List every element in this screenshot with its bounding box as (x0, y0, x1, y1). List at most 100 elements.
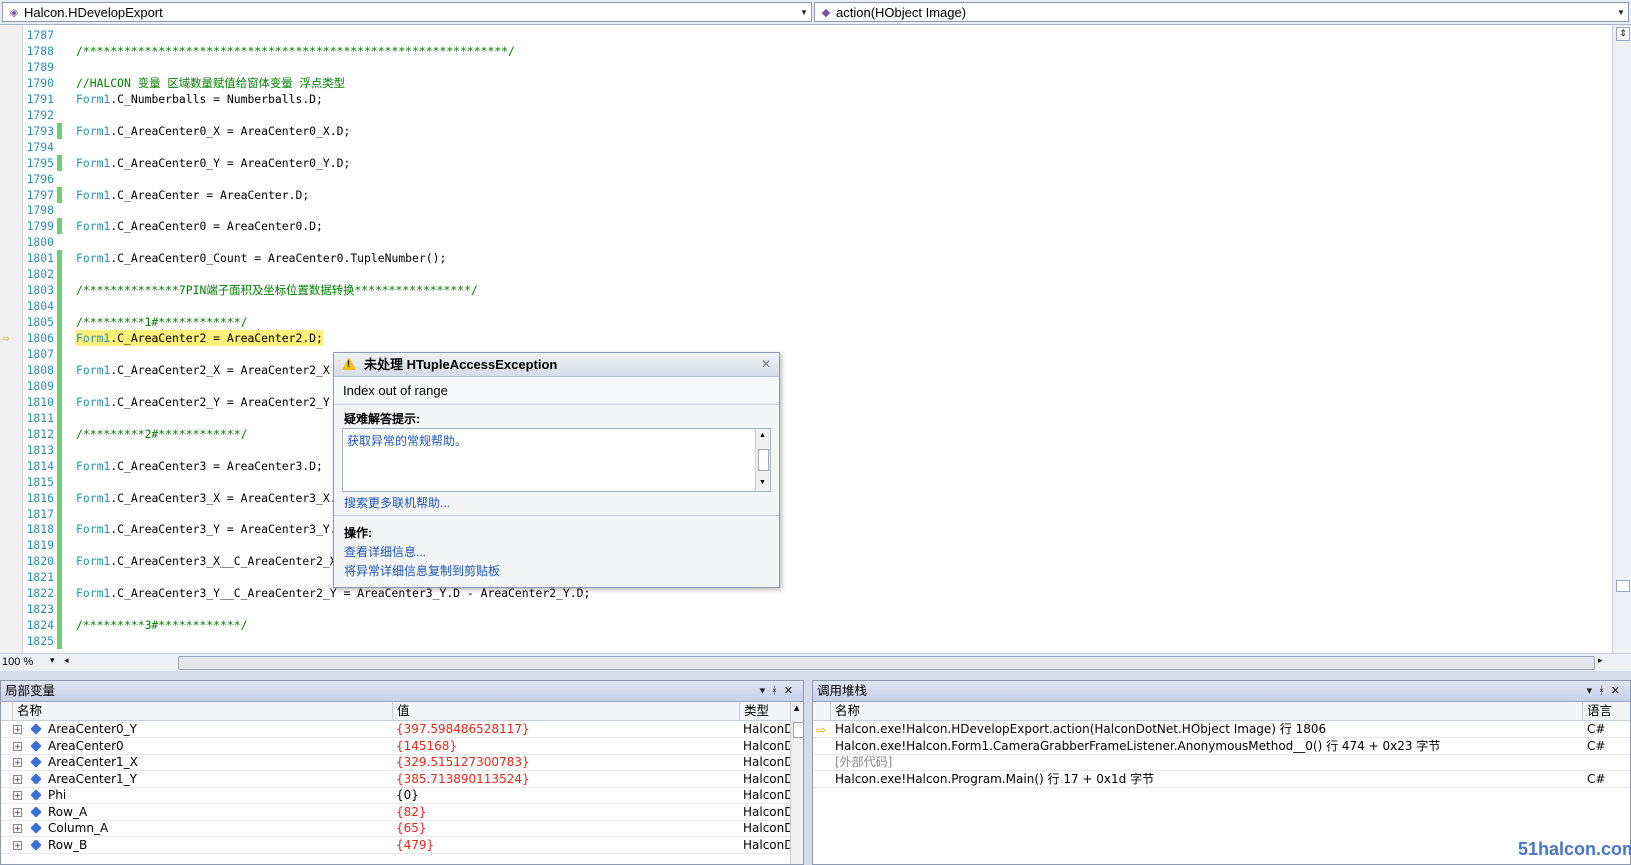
code-line[interactable]: 1799 Form1.C_AreaCenter0 = AreaCenter0.D; (0, 218, 1600, 235)
view-details-link[interactable]: 查看详细信息... (344, 543, 426, 560)
scroll-thumb[interactable] (758, 449, 769, 471)
local-value[interactable]: {65} (396, 820, 736, 837)
class-combo[interactable]: ◈ Halcon.HDevelopExport ▼ (2, 2, 812, 22)
copy-details-link[interactable]: 将异常详细信息复制到剪贴板 (344, 562, 500, 579)
code-line[interactable]: 1818 Form1.C_AreaCenter3_Y = AreaCenter3_… (0, 521, 1600, 538)
code-line[interactable]: 1811 (0, 409, 1600, 426)
tips-scrollbar[interactable]: ▲ ▼ (755, 429, 770, 491)
local-value[interactable]: {385.713890113524} (396, 771, 736, 788)
code-line[interactable]: 1805 /*********1#************/ (0, 314, 1600, 331)
code-editor[interactable]: 1787 1788 /*******************************… (0, 25, 1612, 653)
local-value[interactable]: {397.598486528117} (396, 721, 736, 738)
code-line[interactable]: 1808 Form1.C_AreaCenter2_X = AreaCenter2_… (0, 361, 1600, 378)
callstack-col-lang[interactable]: 语言 (1583, 702, 1630, 720)
locals-row[interactable]: + Row_A {82} HalconD (1, 804, 790, 821)
scroll-right-icon[interactable]: ▸ (1598, 656, 1603, 666)
local-value[interactable]: {82} (396, 804, 736, 821)
code-line[interactable]: 1802 (0, 266, 1600, 283)
chevron-down-icon[interactable]: ▾ (50, 656, 55, 666)
scroll-thumb[interactable] (1616, 580, 1630, 592)
code-line[interactable]: 1807 (0, 346, 1600, 362)
code-line[interactable]: 1787 (0, 27, 1600, 43)
scroll-down-icon[interactable]: ▼ (759, 479, 766, 486)
code-line[interactable]: 1791 Form1.C_Numberballs = Numberballs.D; (0, 91, 1600, 107)
code-line[interactable]: 1796 (0, 171, 1600, 187)
code-line[interactable]: 1797 Form1.C_AreaCenter = AreaCenter.D; (0, 186, 1600, 203)
close-icon[interactable]: ✕ (761, 353, 771, 376)
dropdown-icon[interactable]: ▾ (760, 684, 772, 697)
code-line[interactable]: 1788 /***********************************… (0, 43, 1600, 59)
code-line[interactable]: 1814 Form1.C_AreaCenter3 = AreaCenter3.D; (0, 457, 1600, 474)
code-line[interactable]: 1809 (0, 377, 1600, 394)
code-line[interactable]: 1813 (0, 441, 1600, 458)
local-value[interactable]: {145168} (396, 738, 736, 755)
code-line[interactable]: 1810 Form1.C_AreaCenter2_Y = AreaCenter2_… (0, 393, 1600, 410)
general-help-link[interactable]: 获取异常的常规帮助。 (347, 432, 467, 449)
scroll-thumb[interactable] (793, 722, 803, 738)
code-line[interactable]: 1820 Form1.C_AreaCenter3_X__C_AreaCenter2… (0, 553, 1600, 570)
local-value[interactable]: {0} (396, 787, 736, 804)
callstack-row[interactable]: Halcon.exe!Halcon.Program.Main() 行 17 + … (813, 771, 1630, 788)
more-help-link[interactable]: 搜索更多联机帮助... (344, 494, 450, 511)
callstack-row[interactable]: [外部代码] (813, 754, 1630, 771)
locals-row[interactable]: + AreaCenter1_X {329.515127300783} HalconD (1, 754, 790, 771)
locals-row[interactable]: + AreaCenter0 {145168} HalconD (1, 738, 790, 755)
close-icon[interactable]: ✕ (784, 684, 799, 697)
local-value[interactable]: {479} (396, 837, 736, 854)
code-line[interactable]: 1804 (0, 298, 1600, 315)
callstack-row[interactable]: ⇨ Halcon.exe!Halcon.HDevelopExport.action… (813, 721, 1630, 738)
code-line[interactable]: 1794 (0, 139, 1600, 155)
method-combo[interactable]: ◆ action(HObject Image) ▼ (814, 2, 1629, 22)
code-line[interactable]: ⇨ 1806 Form1.C_AreaCenter2 = AreaCenter2.D… (0, 330, 1600, 347)
code-line[interactable]: 1798 (0, 202, 1600, 218)
expand-icon[interactable]: + (13, 807, 22, 817)
horizontal-scroll-thumb[interactable] (178, 656, 1595, 670)
code-line[interactable]: 1792 (0, 107, 1600, 123)
code-line[interactable]: 1801 Form1.C_AreaCenter0_Count = AreaCent… (0, 250, 1600, 267)
code-line[interactable]: 1790 //HALCON 变量 区域数量赋值给窗体变量 浮点类型 (0, 75, 1600, 91)
pin-icon[interactable]: ᚼ (1598, 684, 1611, 697)
locals-scrollbar[interactable]: ▲ (790, 702, 803, 864)
code-line[interactable]: 1803 /**************7PIN端子面积及坐标位置数据转换****… (0, 282, 1600, 299)
dropdown-icon[interactable]: ▾ (1587, 684, 1599, 697)
callstack-col-name[interactable]: 名称 (831, 702, 1583, 720)
split-icon[interactable]: ⇕ (1616, 27, 1630, 41)
expand-icon[interactable]: + (13, 774, 22, 784)
locals-row[interactable]: + Phi {0} HalconD (1, 787, 790, 804)
code-line[interactable]: 1823 (0, 601, 1600, 618)
code-line[interactable]: 1817 (0, 505, 1600, 522)
expand-icon[interactable]: + (13, 791, 22, 800)
scroll-up-icon[interactable]: ▲ (759, 432, 766, 439)
expand-icon[interactable]: + (13, 758, 22, 767)
local-value[interactable]: {329.515127300783} (396, 754, 736, 771)
locals-row[interactable]: + Row_B {479} HalconD (1, 837, 790, 854)
code-line[interactable]: 1812 /*********2#************/ (0, 425, 1600, 442)
code-line[interactable]: 1822 Form1.C_AreaCenter3_Y__C_AreaCenter2… (0, 585, 1600, 602)
callstack-row[interactable]: Halcon.exe!Halcon.Form1.CameraGrabberFra… (813, 738, 1630, 755)
pin-icon[interactable]: ᚼ (771, 684, 784, 697)
locals-row[interactable]: + AreaCenter0_Y {397.598486528117} HalconD (1, 721, 790, 738)
close-icon[interactable]: ✕ (1611, 684, 1626, 697)
locals-col-type[interactable]: 类型 (740, 702, 790, 720)
expand-icon[interactable]: + (13, 725, 22, 734)
code-line[interactable]: 1816 Form1.C_AreaCenter3_X = AreaCenter3_… (0, 489, 1600, 506)
code-line[interactable]: 1793 Form1.C_AreaCenter0_X = AreaCenter0_… (0, 122, 1600, 139)
expand-icon[interactable]: + (13, 824, 22, 833)
chevron-down-icon[interactable]: ▼ (797, 3, 811, 21)
chevron-down-icon[interactable]: ▼ (1614, 3, 1628, 21)
scroll-up-icon[interactable]: ▲ (794, 704, 799, 712)
locals-col-value[interactable]: 值 (393, 702, 740, 720)
code-line[interactable]: 1825 (0, 633, 1600, 650)
expand-icon[interactable]: + (13, 840, 22, 850)
zoom-level[interactable]: 100 % (2, 654, 33, 671)
code-line[interactable]: 1795 Form1.C_AreaCenter0_Y = AreaCenter0_… (0, 154, 1600, 171)
locals-row[interactable]: + AreaCenter1_Y {385.713890113524} HalconD (1, 771, 790, 788)
code-line[interactable]: 1819 (0, 537, 1600, 554)
locals-col-name[interactable]: 名称 (13, 702, 393, 720)
code-line[interactable]: 1815 (0, 473, 1600, 490)
scroll-left-icon[interactable]: ◂ (64, 656, 69, 666)
code-line[interactable]: 1824 /*********3#************/ (0, 617, 1600, 634)
editor-vertical-scrollbar[interactable]: ⇕ (1612, 25, 1631, 653)
code-line[interactable]: 1821 (0, 569, 1600, 586)
locals-row[interactable]: + Column_A {65} HalconD (1, 820, 790, 837)
